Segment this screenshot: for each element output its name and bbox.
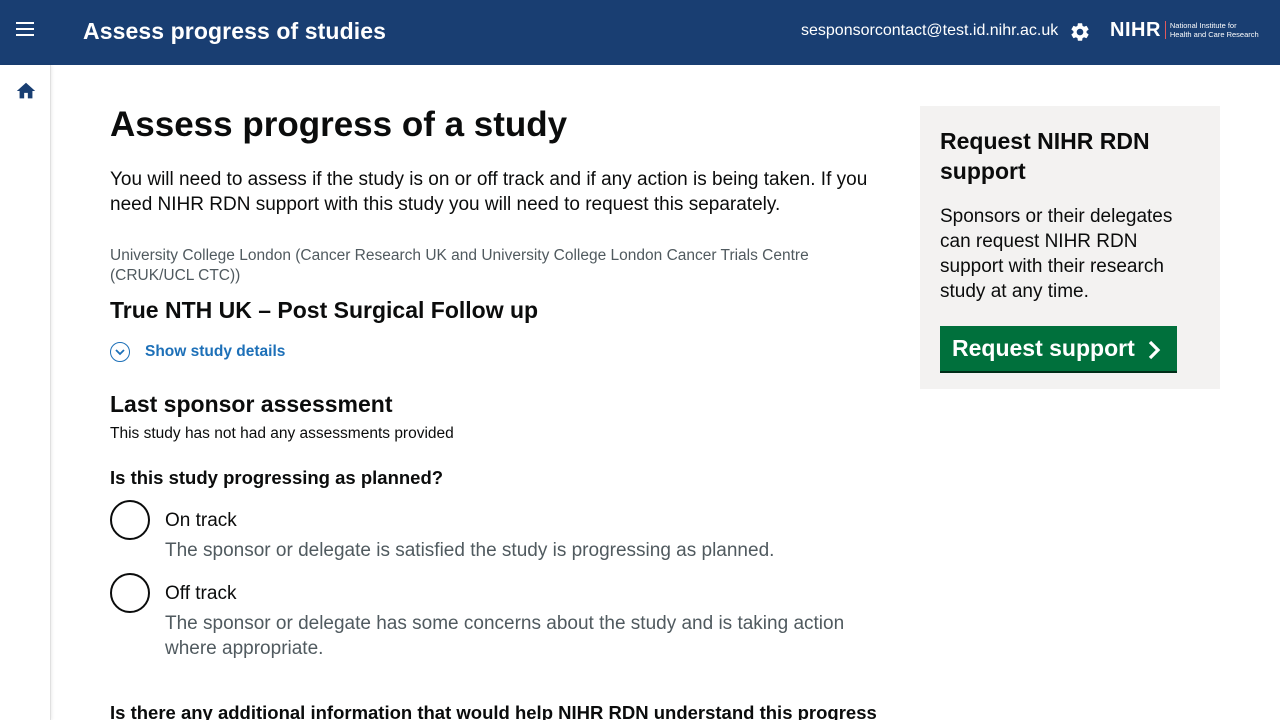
user-email: sesponsorcontact@test.id.nihr.ac.uk <box>801 22 1059 39</box>
logo-line-2: Health and Care Research <box>1169 30 1259 39</box>
page-title: Assess progress of a study <box>110 105 568 144</box>
show-study-details-toggle[interactable]: Show study details <box>110 342 285 362</box>
study-title: True NTH UK – Post Surgical Follow up <box>110 297 539 323</box>
request-support-text: Sponsors or their delegates can request … <box>940 206 1173 302</box>
progress-question: Is this study progressing as planned? <box>110 467 444 488</box>
organisation-name: University College London (Cancer Resear… <box>110 247 809 284</box>
logo-divider <box>1164 21 1166 39</box>
show-study-details-label: Show study details <box>145 343 286 360</box>
home-icon[interactable] <box>15 80 37 102</box>
chevron-down-icon <box>110 342 130 362</box>
nihr-logo[interactable]: NIHR National Institute for Health and C… <box>1110 18 1259 42</box>
logo-mark: NIHR <box>1110 18 1161 41</box>
additional-info-question: Is there any additional information that… <box>110 702 877 720</box>
off-track-hint: The sponsor or delegate has some concern… <box>165 613 845 659</box>
off-track-radio[interactable] <box>110 573 150 613</box>
app-header: Assess progress of studies sesponsorcont… <box>0 0 1280 65</box>
on-track-label: On track <box>165 510 237 531</box>
request-support-button[interactable]: Request support <box>940 326 1177 371</box>
request-support-button-label: Request support <box>952 335 1135 361</box>
logo-subtitle: National Institute for Health and Care R… <box>1170 21 1259 39</box>
request-support-title: Request NIHR RDN support <box>940 128 1150 184</box>
on-track-radio[interactable] <box>110 500 150 540</box>
request-support-panel: Request NIHR RDN support Sponsors or the… <box>920 106 1220 389</box>
on-track-hint: The sponsor or delegate is satisfied the… <box>165 540 775 561</box>
chevron-right-icon <box>1145 339 1163 359</box>
gear-icon[interactable] <box>1069 21 1091 43</box>
hamburger-menu-icon[interactable] <box>16 22 38 42</box>
logo-line-1: National Institute for <box>1169 21 1237 30</box>
intro-text: You will need to assess if the study is … <box>110 169 868 215</box>
off-track-label: Off track <box>165 583 237 604</box>
side-navigation <box>0 65 51 720</box>
last-assessment-text: This study has not had any assessments p… <box>110 425 454 442</box>
last-assessment-heading: Last sponsor assessment <box>110 391 393 417</box>
app-title: Assess progress of studies <box>83 18 386 44</box>
